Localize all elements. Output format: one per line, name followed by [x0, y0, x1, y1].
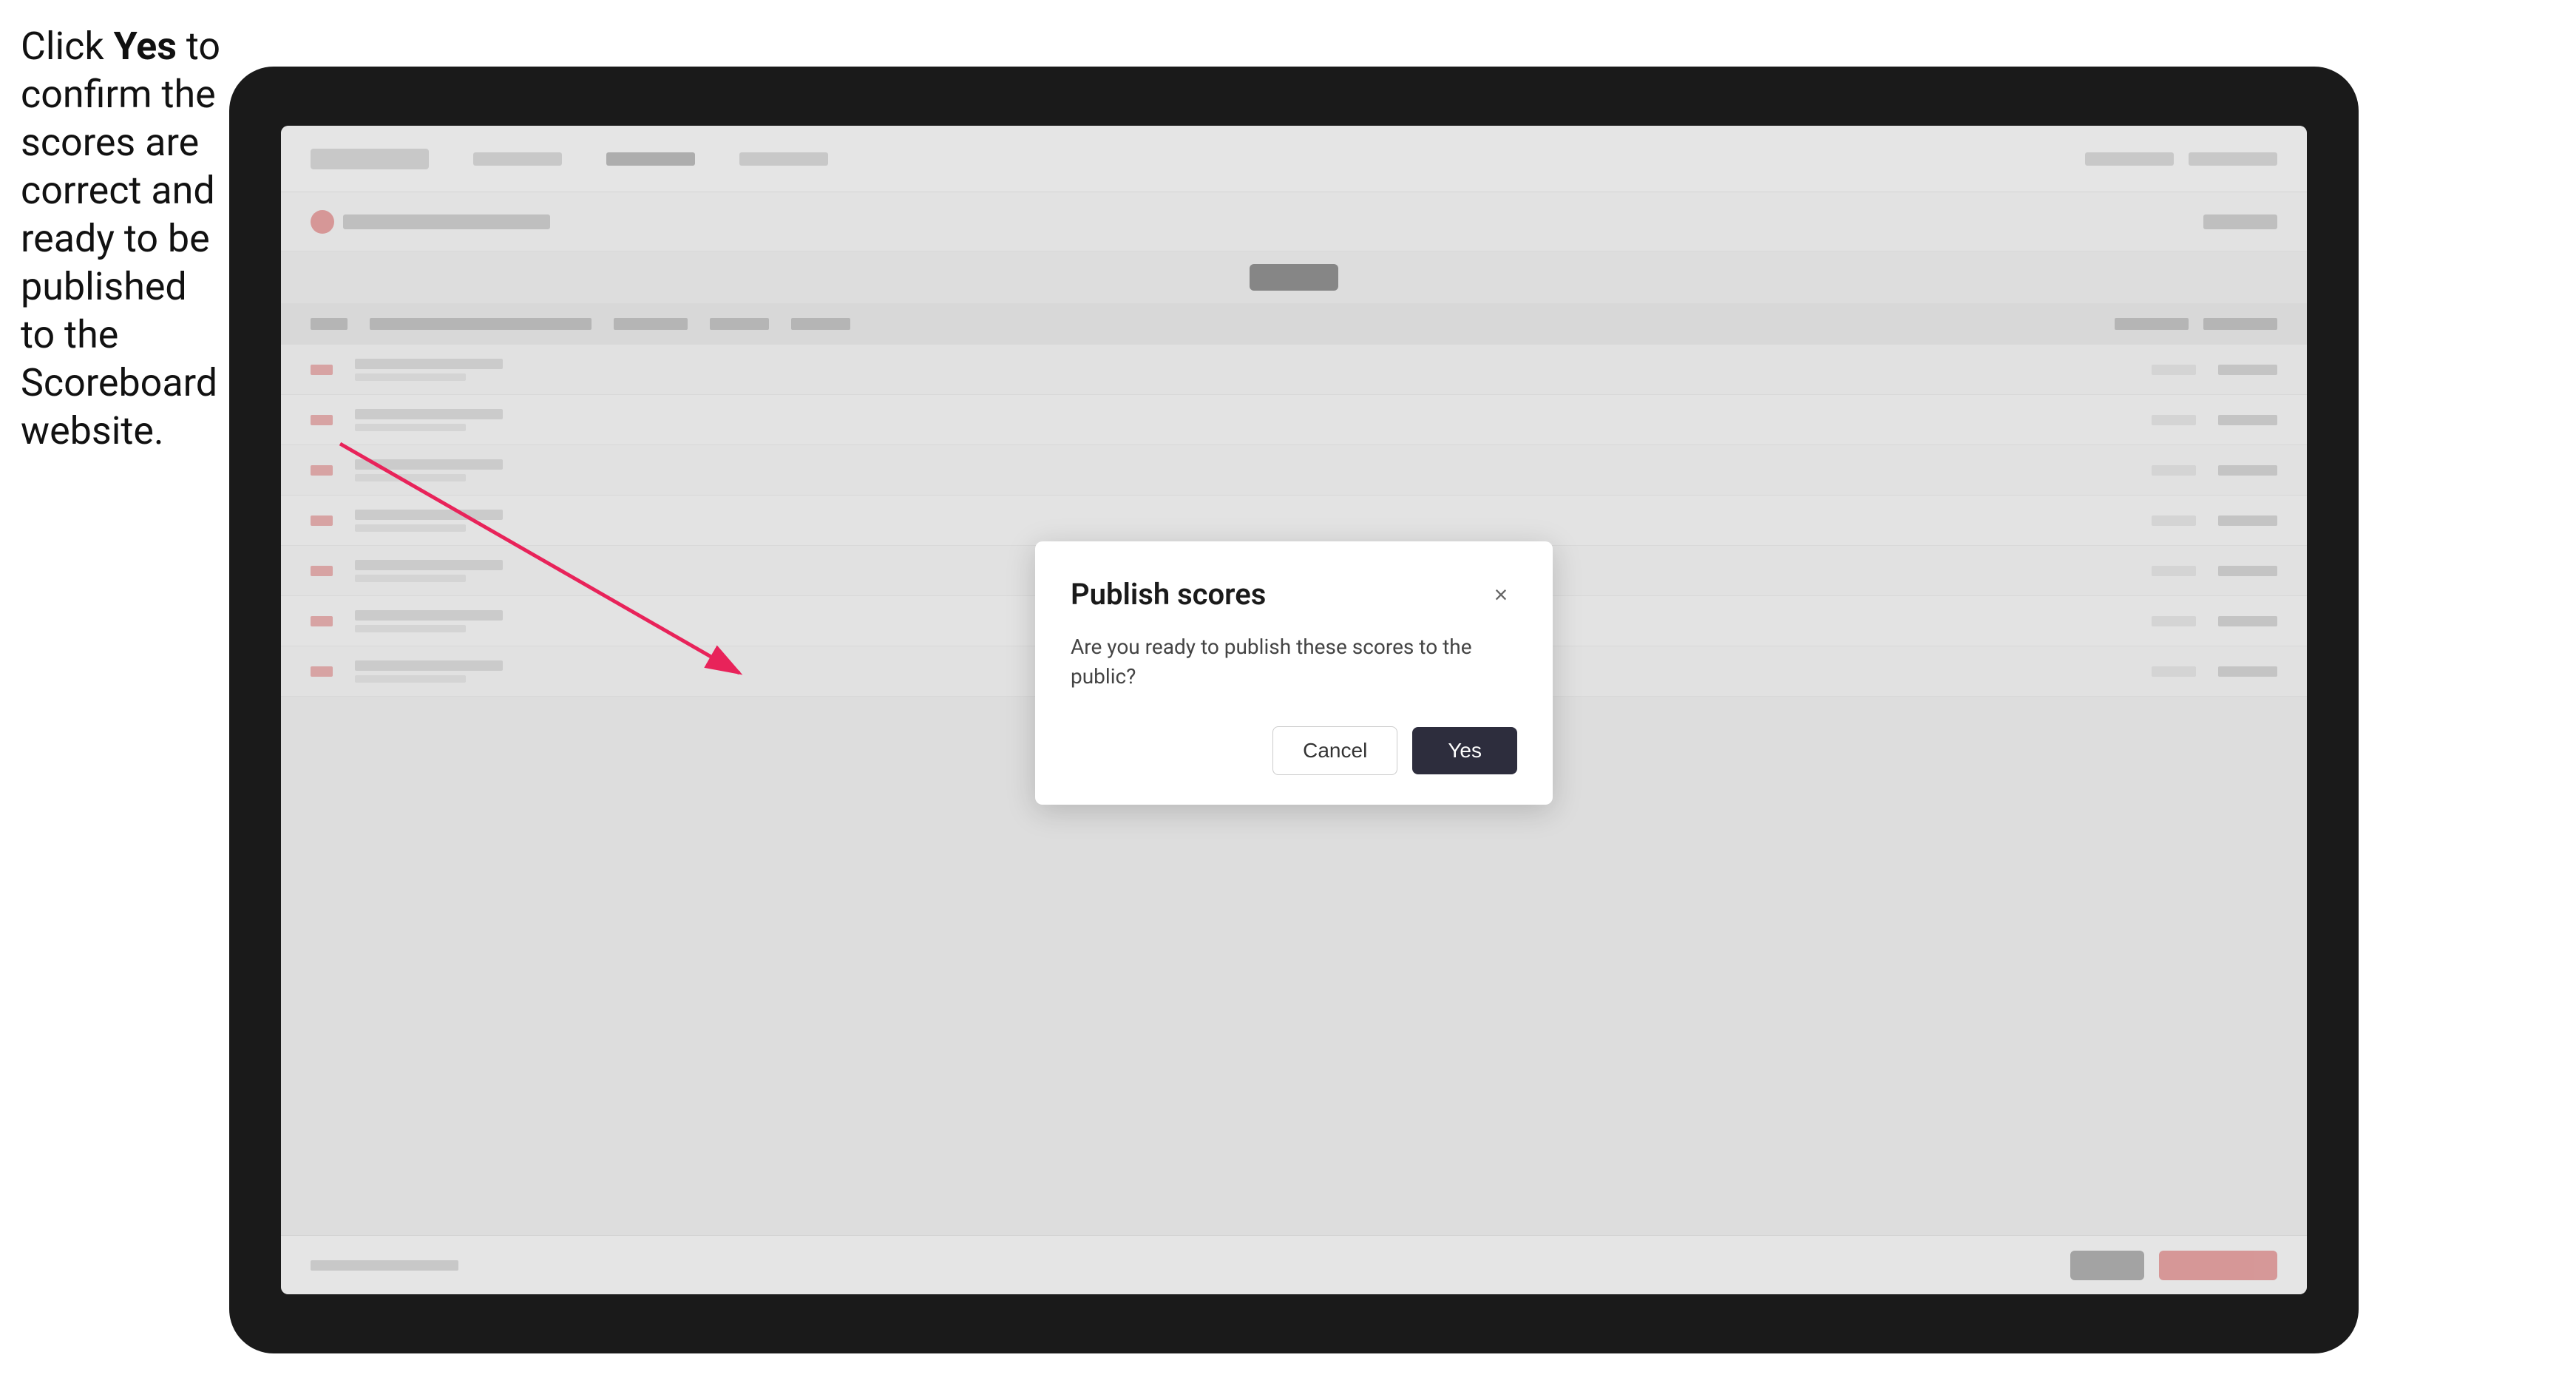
cancel-button[interactable]: Cancel — [1272, 726, 1397, 775]
yes-button[interactable]: Yes — [1412, 727, 1517, 774]
instruction-text: Click Yes to confirm the scores are corr… — [21, 22, 228, 455]
dialog-body-text: Are you ready to publish these scores to… — [1071, 632, 1517, 690]
dialog-title: Publish scores — [1071, 577, 1266, 612]
dialog-close-button[interactable]: × — [1485, 578, 1517, 611]
tablet-device: Publish scores × Are you ready to publis… — [229, 67, 2359, 1353]
dialog-actions: Cancel Yes — [1071, 726, 1517, 775]
dialog-title-row: Publish scores × — [1071, 577, 1517, 612]
tablet-screen: Publish scores × Are you ready to publis… — [281, 126, 2307, 1294]
publish-scores-dialog: Publish scores × Are you ready to publis… — [1035, 541, 1553, 804]
dialog-overlay: Publish scores × Are you ready to publis… — [281, 126, 2307, 1294]
